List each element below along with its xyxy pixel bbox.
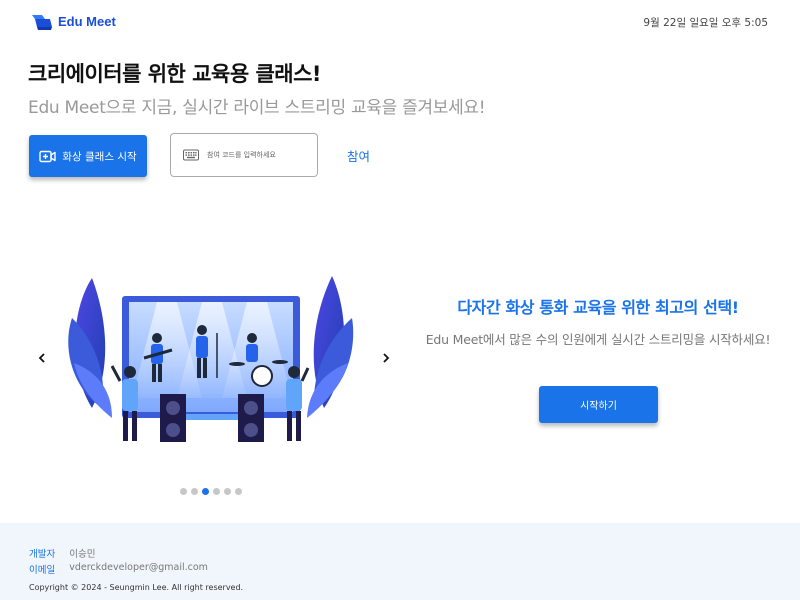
slide-start-button[interactable]: 시작하기 <box>539 386 658 423</box>
carousel-dot[interactable] <box>235 488 242 495</box>
carousel-dot-active[interactable] <box>202 488 209 495</box>
footer-developer-label: 개발자 <box>29 549 56 560</box>
carousel-dot[interactable] <box>191 488 198 495</box>
hero-title: 크리에이터를 위한 교육용 클래스! <box>28 62 322 86</box>
footer: 개발자 이승민 이메일 vderckdeveloper@gmail.com Co… <box>0 523 800 600</box>
footer-email-label: 이메일 <box>29 565 56 576</box>
footer-developer-value: 이승민 <box>69 549 96 560</box>
current-datetime: 9월 22일 일요일 오후 5:05 <box>643 17 768 29</box>
brand-name: Edu Meet <box>58 14 116 29</box>
carousel-dot[interactable] <box>180 488 187 495</box>
slide-description: Edu Meet에서 많은 수의 인원에게 실시간 스트리밍을 시작하세요! <box>425 332 771 347</box>
footer-copyright: Copyright © 2024 - Seungmin Lee. All rig… <box>29 583 244 592</box>
footer-developer-row: 개발자 이승민 <box>29 546 95 560</box>
concert-stage-illustration <box>68 276 354 442</box>
video-add-icon <box>39 150 57 162</box>
join-link[interactable]: 참여 <box>347 146 370 165</box>
slide-title: 다자간 화상 통화 교육을 위한 최고의 선택! <box>457 298 739 317</box>
join-code-input[interactable] <box>207 151 307 159</box>
footer-email-value: vderckdeveloper@gmail.com <box>69 562 208 573</box>
header: Edu Meet 9월 22일 일요일 오후 5:05 <box>0 0 800 44</box>
edu-meet-logo-icon <box>32 15 52 30</box>
join-code-field[interactable] <box>170 133 318 177</box>
carousel-dot[interactable] <box>213 488 220 495</box>
keyboard-icon <box>183 149 199 161</box>
start-video-class-button[interactable]: 화상 클래스 시작 <box>29 135 147 177</box>
brand-logo-link[interactable]: Edu Meet <box>32 13 116 30</box>
chevron-right-icon <box>383 353 390 363</box>
carousel-pagination <box>180 488 242 495</box>
start-video-class-label: 화상 클래스 시작 <box>62 150 137 163</box>
carousel-next-button[interactable] <box>378 350 394 366</box>
carousel-prev-button[interactable] <box>34 350 50 366</box>
hero-subtitle: Edu Meet으로 지금, 실시간 라이브 스트리밍 교육을 즐겨보세요! <box>28 98 486 118</box>
carousel-dot[interactable] <box>224 488 231 495</box>
footer-email-row: 이메일 vderckdeveloper@gmail.com <box>29 562 208 576</box>
chevron-left-icon <box>38 353 45 363</box>
